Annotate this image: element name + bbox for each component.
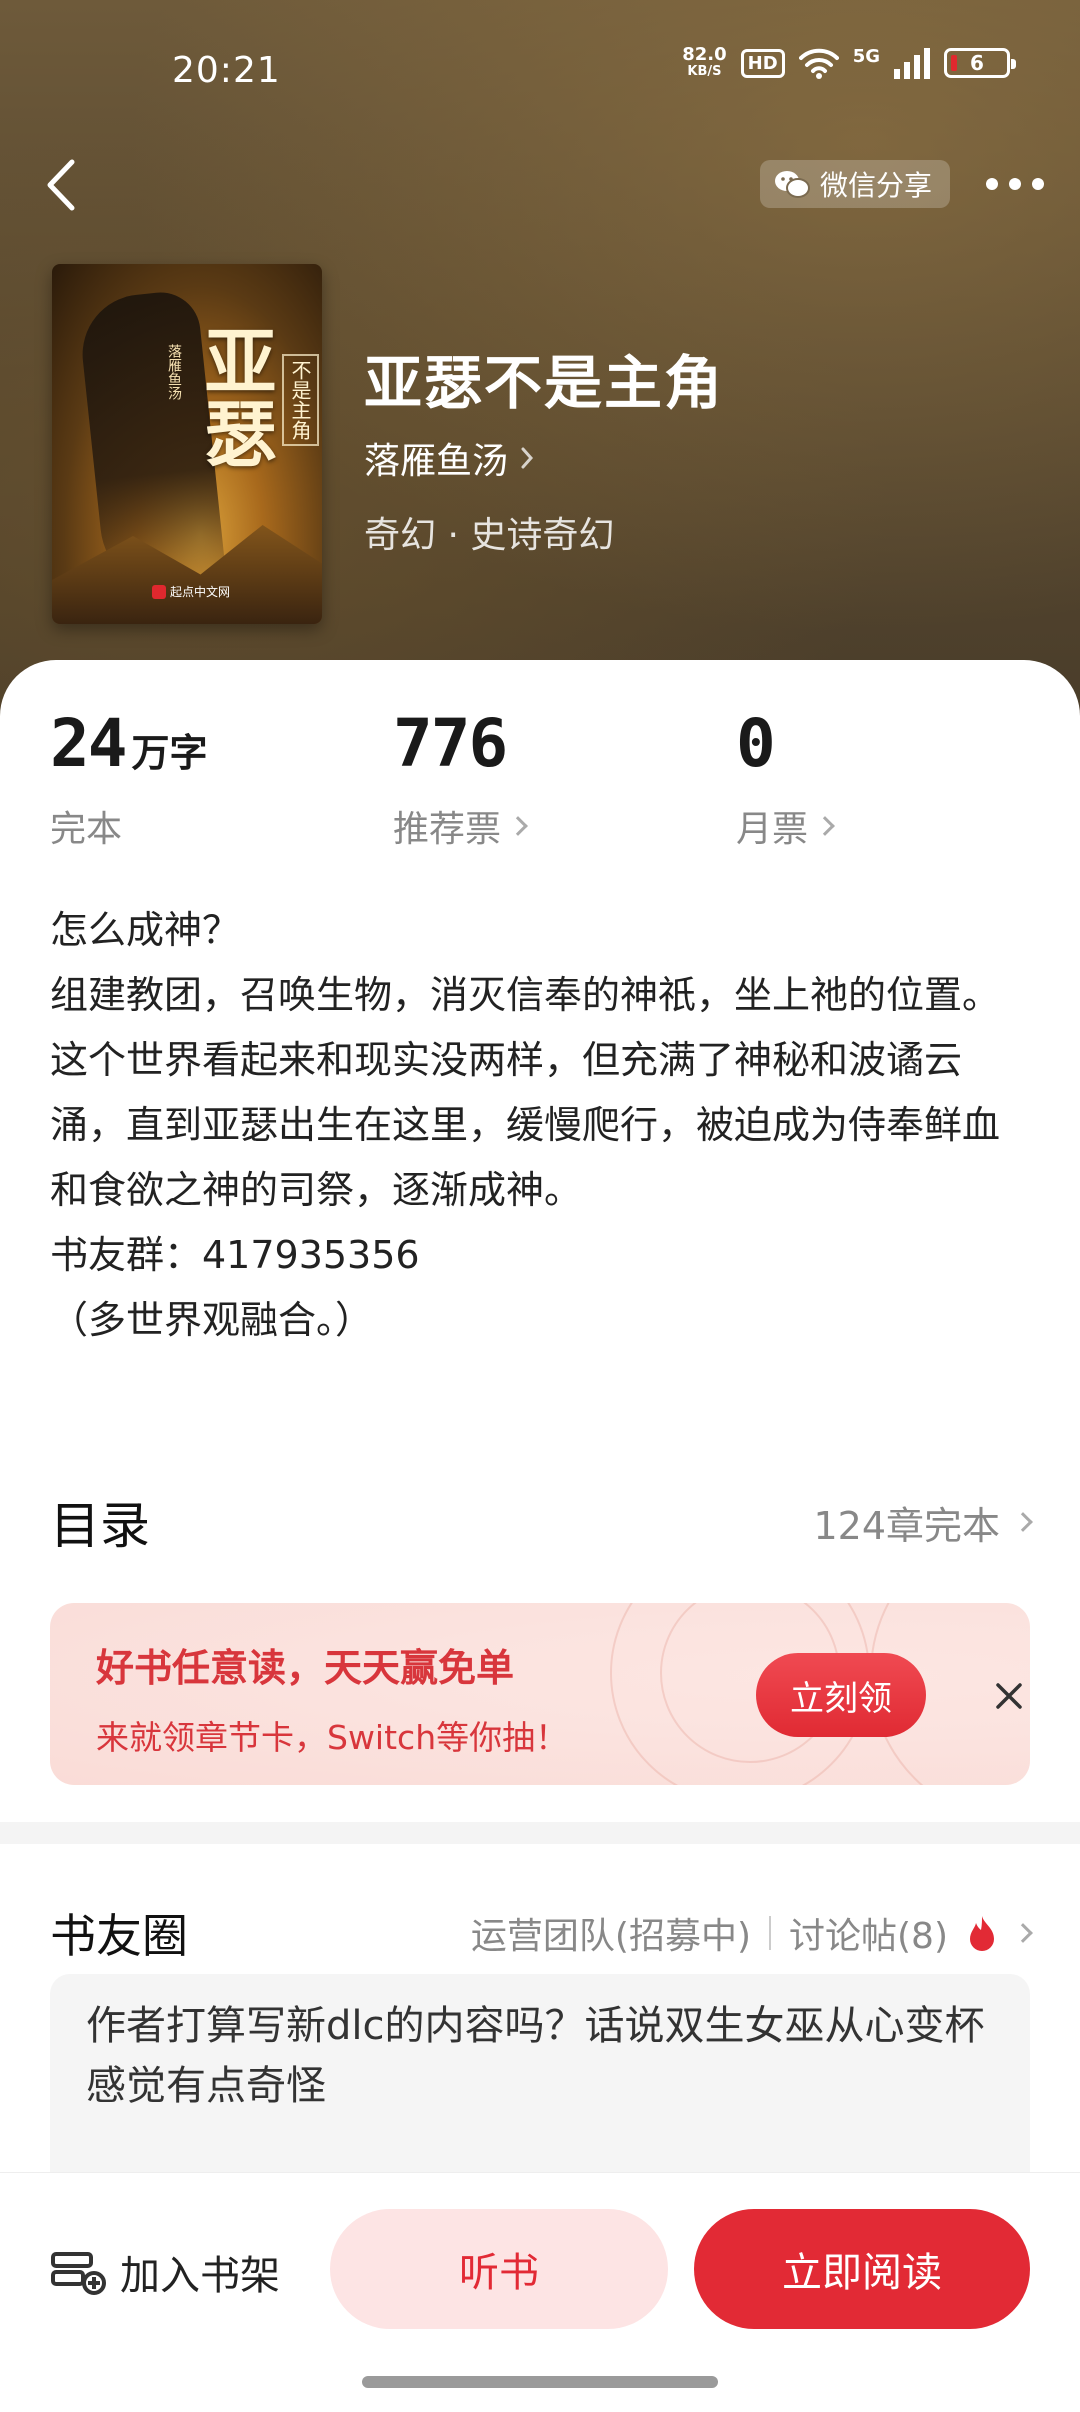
word-count: 24	[50, 705, 127, 782]
cover-publisher: 起点中文网	[152, 583, 230, 600]
dot-icon	[1009, 178, 1021, 190]
wechat-share-button[interactable]: 微信分享	[760, 160, 951, 208]
read-now-button[interactable]: 立即阅读	[694, 2209, 1030, 2329]
share-label: 微信分享	[820, 169, 933, 202]
post-preview-text: 作者打算写新dlc的内容吗？话说双生女巫从心变杯感觉有点奇怪	[86, 2003, 985, 2109]
home-indicator[interactable]	[362, 2376, 718, 2388]
promo-banner[interactable]: 好书任意读，天天赢免单 来就领章节卡，Switch等你抽！ 立刻领	[50, 1603, 1030, 1785]
dot-icon	[1032, 178, 1044, 190]
community-links: 运营团队(招募中) 讨论帖(8)	[471, 1907, 1033, 1959]
chevron-right-icon	[521, 447, 534, 469]
word-count-stat: 24 万字 完本	[50, 705, 208, 852]
chevron-left-icon	[47, 159, 75, 211]
hd-icon: HD	[740, 48, 785, 78]
post-preview-card[interactable]: 作者打算写新dlc的内容吗？话说双生女巫从心变杯感觉有点奇怪	[50, 1974, 1030, 2194]
word-count-unit: 万字	[131, 731, 208, 775]
completion-status: 完本	[50, 809, 123, 850]
bookshelf-add-icon	[51, 2252, 106, 2295]
cover-author: 落雁鱼汤	[166, 344, 182, 400]
recommend-votes-label: 推荐票	[393, 809, 502, 850]
book-synopsis[interactable]: 怎么成神？ 组建教团，召唤生物，消灭信奉的神祇，坐上祂的位置。 这个世界看起来和…	[50, 898, 1010, 1353]
network-type: 5G	[852, 46, 880, 67]
back-button[interactable]	[26, 150, 96, 220]
stats-row: 24 万字 完本 776 推荐票 0 月票	[50, 705, 1050, 850]
signal-icon	[894, 47, 930, 79]
close-icon[interactable]	[992, 1679, 1026, 1713]
add-to-shelf-label: 加入书架	[120, 2253, 280, 2299]
toc-row[interactable]: 目录 124章完本	[50, 1486, 1033, 1558]
recommend-votes-stat[interactable]: 776 推荐票	[393, 705, 528, 852]
dot-icon	[986, 178, 998, 190]
community-title: 书友圈	[50, 1909, 188, 1963]
chevron-right-icon[interactable]	[1013, 1923, 1033, 1943]
listen-button[interactable]: 听书	[330, 2209, 668, 2329]
cover-title: 亚瑟	[192, 324, 277, 468]
chevron-right-icon	[815, 816, 835, 836]
more-options-button[interactable]	[980, 160, 1050, 208]
link-separator	[769, 1916, 771, 1950]
toc-title: 目录	[50, 1497, 150, 1555]
recommend-votes-count: 776	[393, 705, 508, 782]
publisher-logo-icon	[152, 584, 166, 599]
status-bar: 20:21 82.0 KB/S HD 5G 6	[0, 0, 1080, 140]
wechat-icon	[775, 171, 810, 198]
fire-icon	[970, 1916, 994, 1951]
author-link[interactable]: 落雁鱼汤	[364, 432, 534, 484]
genre-tags[interactable]: 奇幻 · 史诗奇幻	[364, 506, 614, 558]
ops-team-link[interactable]: 运营团队(招募中)	[471, 1907, 751, 1959]
status-icons: 82.0 KB/S HD 5G 6	[682, 44, 1016, 80]
community-header: 书友圈 运营团队(招募中) 讨论帖(8)	[50, 1900, 1033, 1966]
network-speed: 82.0 KB/S	[682, 44, 727, 80]
chevron-right-icon	[1013, 1512, 1033, 1532]
monthly-votes-stat[interactable]: 0 月票	[736, 705, 835, 852]
chevron-right-icon	[508, 816, 528, 836]
section-divider	[0, 1822, 1080, 1844]
discussion-posts-link[interactable]: 讨论帖(8)	[789, 1907, 948, 1959]
add-to-shelf-button[interactable]: 加入书架	[50, 2243, 280, 2301]
book-title: 亚瑟不是主角	[364, 349, 725, 417]
promo-title: 好书任意读，天天赢免单	[96, 1646, 515, 1690]
wifi-icon	[798, 48, 839, 79]
monthly-votes-label: 月票	[736, 809, 809, 850]
battery-icon: 6	[944, 48, 1016, 78]
promo-subtitle: 来就领章节卡，Switch等你抽！	[96, 1718, 569, 1757]
claim-now-button[interactable]: 立刻领	[756, 1653, 926, 1737]
monthly-votes-count: 0	[736, 705, 776, 782]
cover-subtitle: 不是主角	[282, 354, 319, 446]
author-name: 落雁鱼汤	[364, 441, 509, 482]
book-cover[interactable]: 落雁鱼汤 亚瑟 不是主角 起点中文网	[52, 264, 322, 624]
clock: 20:21	[172, 50, 281, 91]
toc-info: 124章完本	[813, 1495, 1033, 1550]
